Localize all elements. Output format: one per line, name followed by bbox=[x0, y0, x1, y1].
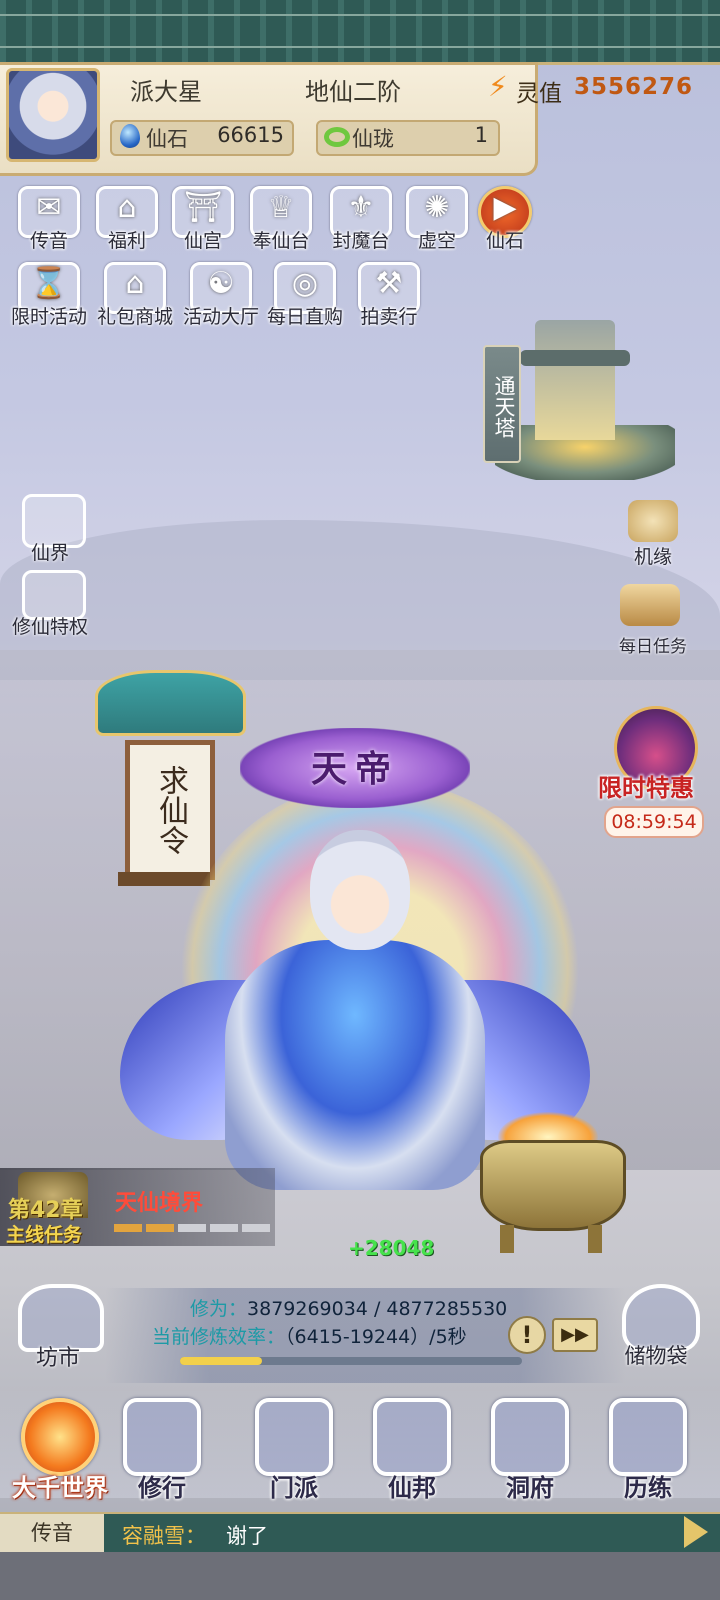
qiuxianling-button[interactable]: 求仙令 bbox=[125, 740, 215, 880]
fengxiantai-button[interactable]: ♕ 奉仙台 bbox=[238, 182, 324, 260]
chapter-progress-segment bbox=[242, 1224, 270, 1232]
alliance-icon bbox=[373, 1398, 451, 1476]
cultivation-xiuwei: 修为：3879269034 / 4877285530 bbox=[190, 1294, 507, 1321]
main-task-label: 主线任务 bbox=[6, 1224, 83, 1246]
chat-message: 谢了 bbox=[226, 1524, 268, 1548]
xianjie-label: 仙界 bbox=[30, 542, 69, 564]
player-name: 派大星 bbox=[130, 78, 202, 106]
fengmotai-button[interactable]: ⚜ 封魔台 bbox=[318, 182, 404, 260]
market-label: 坊市 bbox=[35, 1346, 80, 1371]
character-head bbox=[310, 830, 410, 950]
chapter-progress-segment bbox=[146, 1224, 174, 1232]
cave-dwelling-icon bbox=[491, 1398, 569, 1476]
limited-event-button[interactable]: ⌛ 限时活动 bbox=[6, 258, 92, 336]
xiuwei-label: 修为： bbox=[190, 1298, 248, 1320]
nav-sect[interactable]: 门派 bbox=[234, 1394, 354, 1504]
event-hall-button[interactable]: ☯ 活动大厅 bbox=[178, 258, 264, 336]
info-exclamation-icon[interactable]: ! bbox=[508, 1316, 546, 1354]
chapter-progress-segment bbox=[178, 1224, 206, 1232]
nav-alliance[interactable]: 仙邦 bbox=[352, 1394, 472, 1504]
jade-ring-icon bbox=[324, 127, 350, 147]
limited-offer-timer: 08:59:54 bbox=[604, 806, 704, 838]
chat-bar[interactable] bbox=[0, 1512, 720, 1554]
rate-value: （6415-19244）/5秒 bbox=[285, 1326, 467, 1348]
avatar[interactable] bbox=[6, 68, 100, 162]
bottom-strip bbox=[0, 1552, 720, 1600]
resource-value: 1 bbox=[474, 123, 488, 147]
nav-cave[interactable]: 洞府 bbox=[470, 1394, 590, 1504]
chuanyin-button[interactable]: ✉ 传音 bbox=[6, 182, 92, 260]
cultivation-progress-fill bbox=[180, 1357, 262, 1365]
character-body[interactable] bbox=[225, 940, 485, 1190]
resource-label: 仙珑 bbox=[352, 127, 394, 151]
cultivate-icon bbox=[123, 1398, 201, 1476]
cauldron-leg bbox=[500, 1225, 514, 1253]
cultivation-gain: +28048 bbox=[348, 1236, 435, 1260]
chapter-title: 天仙境界 bbox=[115, 1191, 204, 1216]
sect-icon bbox=[255, 1398, 333, 1476]
daily-task-label: 每日任务 bbox=[619, 637, 687, 657]
jiyuan-label: 机缘 bbox=[633, 546, 672, 568]
player-realm: 地仙二阶 bbox=[305, 78, 401, 106]
cauldron-icon[interactable] bbox=[480, 1140, 626, 1231]
nav-training[interactable]: 历练 bbox=[588, 1394, 708, 1504]
limited-offer-label[interactable]: 限时特惠 bbox=[598, 768, 694, 803]
video-film-icon[interactable]: ▶▶ bbox=[552, 1318, 598, 1352]
daily-purchase-button[interactable]: ◎ 每日直购 bbox=[262, 258, 348, 336]
resource-label: 仙石 bbox=[146, 127, 188, 151]
fuli-button[interactable]: ⌂ 福利 bbox=[84, 182, 170, 260]
world-icon bbox=[21, 1398, 99, 1476]
rate-label: 当前修炼效率： bbox=[152, 1326, 286, 1348]
tongtianta-button[interactable]: 通天塔 bbox=[483, 345, 521, 463]
sword-icon bbox=[609, 1398, 687, 1476]
resource-value: 66615 bbox=[217, 123, 284, 147]
lingzhi-value: 3556276 bbox=[574, 74, 694, 100]
chat-sender: 容融雪： bbox=[122, 1524, 206, 1548]
fortune-icon[interactable] bbox=[628, 500, 678, 542]
storage-label: 储物袋 bbox=[624, 1344, 688, 1368]
auction-button[interactable]: ⚒ 拍卖行 bbox=[346, 258, 432, 336]
xiangong-button[interactable]: ⛩ 仙宫 bbox=[160, 182, 246, 260]
chat-channel-tab[interactable]: 传音 bbox=[0, 1514, 104, 1552]
cultivation-rate: 当前修炼效率：（6415-19244）/5秒 bbox=[152, 1322, 467, 1349]
privilege-label: 修仙特权 bbox=[11, 616, 88, 638]
gate-base bbox=[118, 872, 210, 886]
tower-body bbox=[535, 320, 615, 440]
chapter-progress-segment bbox=[210, 1224, 238, 1232]
cauldron-leg bbox=[588, 1225, 602, 1253]
gift-shop-button[interactable]: ⌂ 礼包商城 bbox=[92, 258, 178, 336]
character-title: 天帝 bbox=[310, 749, 399, 790]
frieze-pattern bbox=[0, 14, 720, 48]
tower-roof bbox=[520, 350, 630, 366]
lightning-icon: ⚡ bbox=[488, 70, 508, 103]
scroll-icon[interactable] bbox=[620, 584, 680, 626]
gate-roof bbox=[95, 670, 246, 736]
lingzhi-label: 灵值 bbox=[516, 81, 562, 107]
xianshi-video-button[interactable]: ▶ 仙石 bbox=[462, 182, 548, 260]
nav-cultivate[interactable]: 修行 bbox=[102, 1394, 222, 1504]
chapter-progress-segment bbox=[114, 1224, 142, 1232]
xiuwei-value: 3879269034 / 4877285530 bbox=[247, 1298, 508, 1320]
blue-gem-icon bbox=[120, 124, 140, 148]
